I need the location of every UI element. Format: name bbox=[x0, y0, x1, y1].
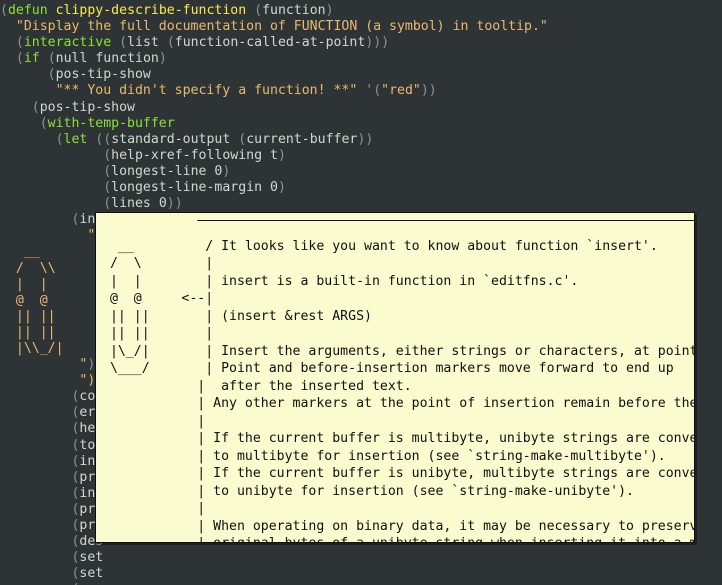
tooltip-line: || || | (insert &rest ARGS) | bbox=[109, 308, 372, 324]
tooltip-line: | | bbox=[102, 501, 695, 516]
code-line: (longest-line-margin 0) bbox=[103, 180, 286, 196]
tooltip-line: @ @ <--| | bbox=[109, 291, 214, 306]
code-line: (help-xref-following t) bbox=[103, 147, 286, 163]
tooltip-line: | Any other markers at the point of inse… bbox=[102, 396, 695, 411]
code-line: "Display the full documentation of FUNCT… bbox=[15, 19, 548, 35]
clippy-tooltip-popup[interactable]: __ / It looks like you want to know abou… bbox=[95, 212, 695, 543]
code-line: (longest-line 0) bbox=[103, 163, 231, 179]
tooltip-line: | | bbox=[102, 413, 695, 429]
tooltip-line: | If the current buffer is multibyte, un… bbox=[102, 431, 695, 446]
code-line: (interactive (list (function-called-at-p… bbox=[15, 35, 390, 51]
tooltip-line: | | | insert is a built-in function in `… bbox=[109, 273, 579, 289]
tooltip-line: |\_/| | Insert the arguments, either str… bbox=[109, 343, 694, 359]
tooltip-line: \___/ | Point and before-insertion marke… bbox=[109, 361, 674, 376]
code-line: (with-temp-buffer bbox=[39, 115, 175, 131]
tooltip-line: | If the current buffer is unibyte, mult… bbox=[102, 466, 695, 481]
code-line: (set bbox=[71, 550, 104, 566]
code-line: (pos-tip-show bbox=[31, 99, 135, 115]
tooltip-line: || || | | bbox=[109, 326, 214, 341]
code-line: (if (null function) bbox=[15, 51, 167, 67]
tooltip-line: / \ | | bbox=[109, 256, 214, 271]
tooltip-line: | original bytes of a unibyte string whe… bbox=[102, 535, 694, 542]
code-line: (set bbox=[71, 566, 104, 582]
code-line: (lines 0)) bbox=[103, 196, 183, 212]
code-line: (defun clippy-describe-function (functio… bbox=[0, 3, 334, 18]
code-line: "** You didn't specify a function! **" '… bbox=[55, 83, 437, 99]
code-line: (pos-tip-show bbox=[47, 67, 151, 83]
tooltip-line: | after the inserted text. | bbox=[102, 378, 695, 394]
tooltip-line: | to unibyte for insertion (see `string-… bbox=[102, 483, 695, 499]
tooltip-line: | When operating on binary data, it may … bbox=[102, 518, 695, 534]
emacs-window: (defun clippy-describe-function (functio… bbox=[0, 0, 722, 585]
code-line: (let ((standard-output (current-buffer)) bbox=[55, 131, 374, 147]
tooltip-line: __ / It looks like you want to know abou… bbox=[117, 238, 658, 254]
tooltip-line: | to multibyte for insertion (see `strin… bbox=[102, 448, 695, 464]
tooltip-bubble-top bbox=[102, 220, 694, 238]
clippy-tooltip-content: __ / It looks like you want to know abou… bbox=[96, 213, 695, 543]
